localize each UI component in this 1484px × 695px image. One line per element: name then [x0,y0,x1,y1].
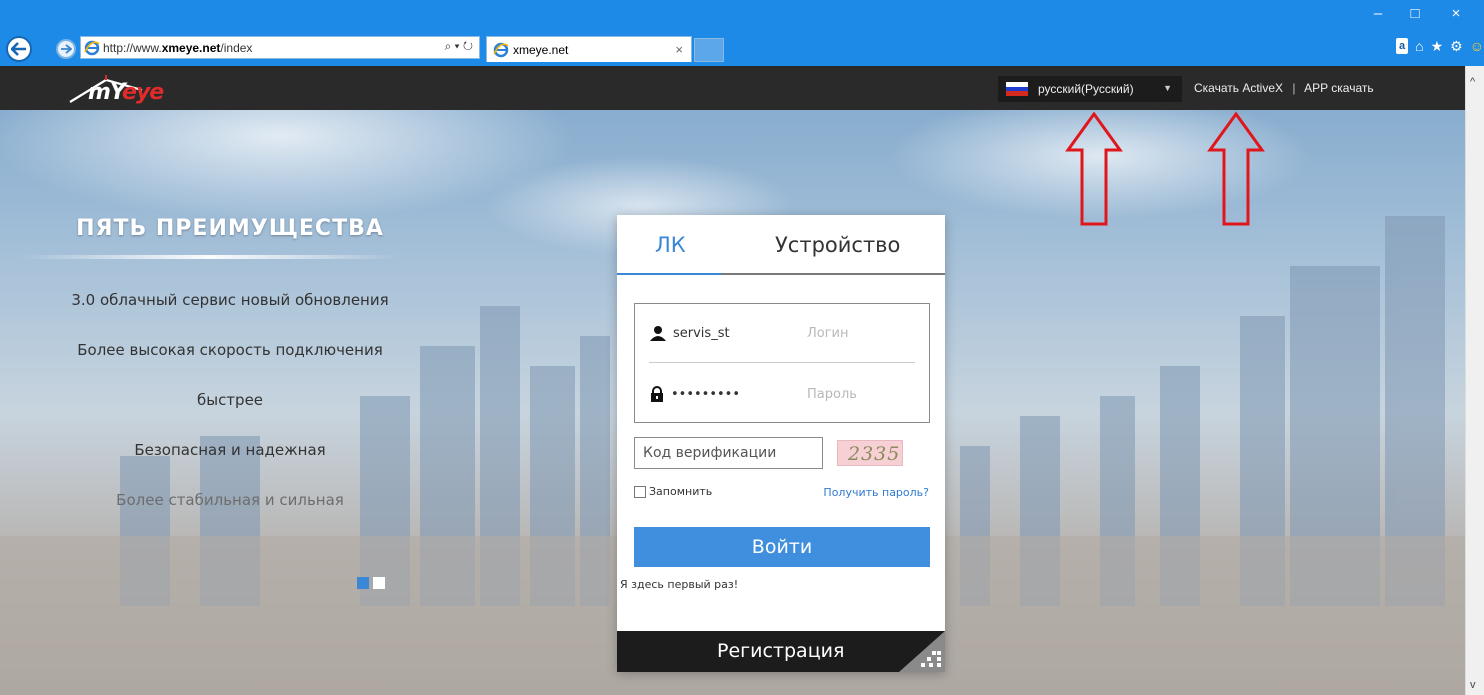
smiley-icon[interactable]: ☺ [1470,38,1484,54]
credentials-box: servis_st Логин ••••••••• Пароль [634,303,930,423]
slide-indicator [357,577,385,589]
site-header: mYeye русский(Русский) ▼ Скачать ActiveX… [0,66,1465,110]
app-download-link[interactable]: APP скачать [1304,81,1373,95]
link-separator: | [1292,81,1296,95]
forgot-password-link[interactable]: Получить пароль? [823,486,929,499]
username-value: servis_st [673,325,730,341]
promo-item: Безопасная и надежная [134,441,326,459]
language-selector[interactable]: русский(Русский) ▼ [998,76,1182,102]
scroll-up-icon[interactable]: ^ [1470,76,1475,88]
promo-item: Более стабильная и сильная [116,491,344,509]
tab-device[interactable]: Устройство [775,233,900,257]
url-text: http://www.xmeye.net/index [103,40,253,55]
maximize-button[interactable]: □ [1405,4,1425,24]
tab-close-icon[interactable]: × [675,42,683,57]
annotation-arrow-up-icon [1065,111,1123,226]
russia-flag-icon [1006,82,1028,97]
language-label: русский(Русский) [1038,82,1134,96]
verification-input[interactable]: Код верификации [634,437,823,469]
star-icon[interactable]: ★ [1431,38,1444,54]
register-button[interactable]: Регистрация [617,631,945,672]
header-links: Скачать ActiveX | APP скачать [1194,81,1374,95]
register-label: Регистрация [717,640,845,662]
address-tools[interactable]: ⌕ ▾ ↻ [444,39,473,54]
login-card: ЛК Устройство servis_st Логин ••••••••• … [617,215,945,672]
login-tabs: ЛК Устройство [617,215,945,275]
scroll-down-icon[interactable]: v [1470,679,1476,691]
back-button[interactable] [6,36,32,62]
captcha-image[interactable]: 2335 [837,440,903,466]
captcha-text: 2335 [848,443,901,465]
vertical-scrollbar[interactable]: ^ v [1465,66,1484,695]
first-time-link[interactable]: Я здесь первый раз! [620,578,738,591]
password-value: ••••••••• [671,386,741,402]
login-button[interactable]: Войти [634,527,930,567]
annotation-arrow-up-icon [1207,111,1265,226]
username-placeholder: Логин [807,325,849,341]
slide-dot[interactable] [373,577,385,589]
browser-tab[interactable]: xmeye.net × [486,36,692,62]
minimize-button[interactable]: – [1368,4,1388,24]
ie-icon [493,42,509,57]
promo-title: ПЯТЬ ПРЕИМУЩЕСТВА [76,216,384,241]
new-tab-button[interactable] [694,38,724,62]
logo-text: mYeye [88,80,164,105]
download-activex-link[interactable]: Скачать ActiveX [1194,81,1283,95]
close-window-button[interactable]: × [1446,4,1466,24]
page-viewport: mYeye русский(Русский) ▼ Скачать ActiveX… [0,66,1484,695]
amazon-icon[interactable]: a [1395,38,1409,54]
chevron-down-icon: ▼ [1163,83,1172,93]
password-field[interactable]: ••••••••• Пароль [649,379,915,409]
promo-item: 3.0 облачный сервис новый обновления [71,291,389,309]
promo-divider [20,255,400,259]
back-arrow-icon [11,42,26,56]
user-icon [650,326,666,341]
password-placeholder: Пароль [807,386,857,402]
checkbox-icon[interactable] [634,485,646,498]
forward-button[interactable] [56,39,76,59]
ie-icon [84,40,100,56]
address-bar[interactable]: http://www.xmeye.net/index ⌕ ▾ ↻ [80,36,480,59]
site-logo[interactable]: mYeye [66,72,206,106]
home-icon[interactable]: ⌂ [1415,38,1423,54]
browser-toolbar: a ⌂ ★ ⚙ ☺ [1395,38,1484,54]
field-divider [649,362,915,363]
promo-item: быстрее [196,391,264,409]
remember-checkbox[interactable]: Запомнить [634,485,712,498]
slide-dot-active[interactable] [357,577,369,589]
promo-list: 3.0 облачный сервис новый обновления Бол… [0,275,470,525]
promo-item: Более высокая скорость подключения [77,341,383,359]
tab-title: xmeye.net [513,42,569,57]
browser-chrome: – □ × http://www.xmeye.net/index ⌕ ▾ ↻ x… [0,0,1484,66]
remember-label: Запомнить [649,485,713,498]
active-tab-underline [617,273,721,275]
gear-icon[interactable]: ⚙ [1450,38,1463,54]
username-field[interactable]: servis_st Логин [649,318,915,348]
promo-section: ПЯТЬ ПРЕИМУЩЕСТВА 3.0 облачный сервис но… [0,216,470,525]
qr-code-icon[interactable] [899,631,945,672]
lock-icon [651,386,663,402]
forward-arrow-icon [61,44,72,54]
tab-account[interactable]: ЛК [655,233,686,257]
